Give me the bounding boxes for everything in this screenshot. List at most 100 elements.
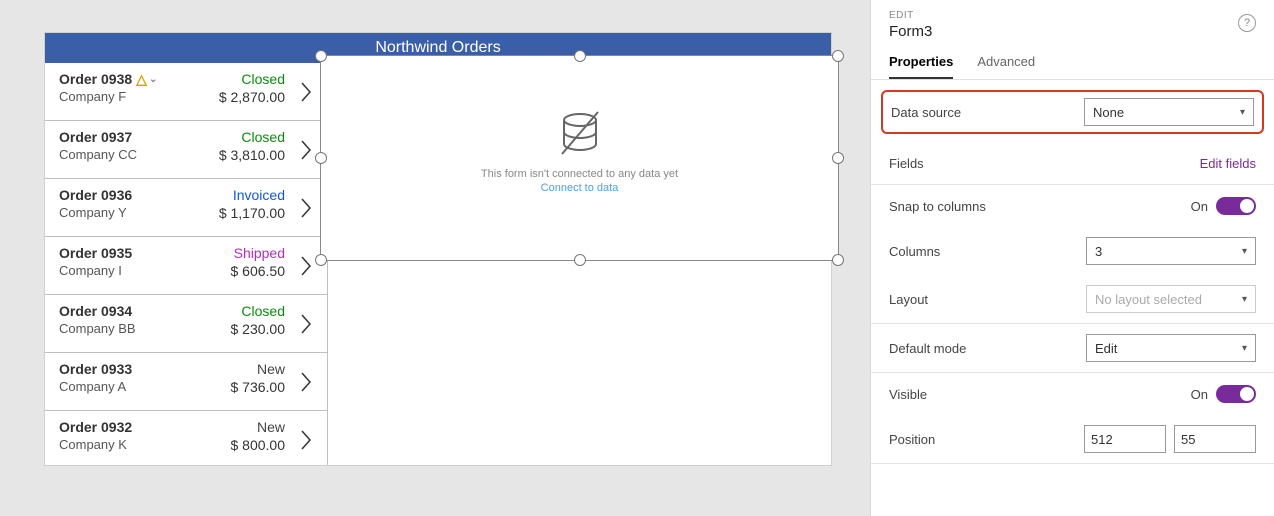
order-number: Order 0938△⌄ — [59, 71, 195, 87]
app-canvas: Northwind Orders Order 0938△⌄Company FCl… — [44, 32, 832, 466]
prop-default-mode: Default mode Edit ▾ — [871, 324, 1274, 372]
snap-value: On — [1191, 199, 1208, 214]
order-price: $ 1,170.00 — [195, 205, 285, 221]
default-mode-label: Default mode — [889, 341, 1086, 356]
help-icon[interactable]: ? — [1238, 14, 1256, 32]
chevron-down-icon: ▾ — [1242, 343, 1247, 354]
company-name: Company BB — [59, 321, 195, 336]
tab-advanced[interactable]: Advanced — [977, 54, 1035, 79]
connect-to-data-link[interactable]: Connect to data — [541, 182, 619, 194]
layout-dropdown[interactable]: No layout selected ▾ — [1086, 285, 1256, 313]
list-item[interactable]: Order 0934 Company BBClosed $ 230.00 — [45, 295, 327, 353]
list-item[interactable]: Order 0933 Company ANew $ 736.00 — [45, 353, 327, 411]
chevron-right-icon[interactable] — [291, 419, 321, 460]
chevron-right-icon[interactable] — [291, 187, 321, 228]
prop-visible: Visible On — [871, 373, 1274, 415]
layout-label: Layout — [889, 292, 1086, 307]
order-price: $ 2,870.00 — [195, 89, 285, 105]
data-source-dropdown[interactable]: None ▾ — [1084, 98, 1254, 126]
prop-layout: Layout No layout selected ▾ — [871, 275, 1274, 323]
order-status: Shipped — [195, 245, 285, 261]
chevron-down-icon: ▾ — [1242, 246, 1247, 257]
company-name: Company F — [59, 89, 195, 104]
visible-label: Visible — [889, 387, 1191, 402]
list-item[interactable]: Order 0938△⌄ Company FClosed $ 2,870.00 — [45, 63, 327, 121]
properties-panel: EDIT Form3 ? Properties Advanced Data so… — [870, 0, 1274, 516]
edit-fields-link[interactable]: Edit fields — [1200, 156, 1256, 171]
company-name: Company CC — [59, 147, 195, 162]
company-name: Company A — [59, 379, 195, 394]
order-number: Order 0936 — [59, 187, 195, 203]
list-item[interactable]: Order 0937 Company CCClosed $ 3,810.00 — [45, 121, 327, 179]
order-gallery[interactable]: Order 0938△⌄Company FClosed$ 2,870.00Ord… — [45, 63, 328, 465]
default-mode-dropdown[interactable]: Edit ▾ — [1086, 334, 1256, 362]
order-status: Closed — [195, 303, 285, 319]
order-number: Order 0933 — [59, 361, 195, 377]
list-item[interactable]: Order 0936 Company YInvoiced $ 1,170.00 — [45, 179, 327, 237]
order-price: $ 230.00 — [195, 321, 285, 337]
order-status: Invoiced — [195, 187, 285, 203]
prop-columns: Columns 3 ▾ — [871, 227, 1274, 275]
order-status: New — [195, 361, 285, 377]
chevron-down-icon: ▾ — [1242, 294, 1247, 305]
visible-toggle[interactable]: On — [1191, 385, 1256, 403]
resize-handle[interactable] — [315, 254, 327, 266]
warning-icon: △⌄ — [136, 72, 157, 86]
company-name: Company I — [59, 263, 195, 278]
order-number: Order 0935 — [59, 245, 195, 261]
form-selection[interactable]: This form isn't connected to any data ye… — [320, 55, 839, 261]
order-number: Order 0934 — [59, 303, 195, 319]
form-empty-text: This form isn't connected to any data ye… — [481, 168, 678, 180]
list-item[interactable]: Order 0932 Company KNew $ 800.00 — [45, 411, 327, 465]
resize-handle[interactable] — [315, 50, 327, 62]
company-name: Company K — [59, 437, 195, 452]
prop-data-source: Data source None ▾ — [881, 90, 1264, 134]
visible-value: On — [1191, 387, 1208, 402]
columns-value: 3 — [1095, 244, 1102, 259]
prop-fields: Fields Edit fields — [871, 142, 1274, 184]
form-area: This form isn't connected to any data ye… — [328, 63, 831, 465]
resize-handle[interactable] — [574, 50, 586, 62]
resize-handle[interactable] — [832, 50, 844, 62]
resize-handle[interactable] — [574, 254, 586, 266]
prop-position: Position 512 55 — [871, 415, 1274, 463]
order-status: Closed — [195, 129, 285, 145]
tab-properties[interactable]: Properties — [889, 54, 953, 79]
company-name: Company Y — [59, 205, 195, 220]
chevron-right-icon[interactable] — [291, 303, 321, 344]
position-x-input[interactable]: 512 — [1084, 425, 1166, 453]
layout-value: No layout selected — [1095, 292, 1202, 307]
edit-label: EDIT — [889, 10, 1256, 21]
list-item[interactable]: Order 0935 Company IShipped $ 606.50 — [45, 237, 327, 295]
order-price: $ 3,810.00 — [195, 147, 285, 163]
snap-toggle[interactable]: On — [1191, 197, 1256, 215]
chevron-right-icon[interactable] — [291, 245, 321, 286]
database-icon — [552, 106, 608, 162]
order-status: Closed — [195, 71, 285, 87]
order-price: $ 606.50 — [195, 263, 285, 279]
panel-tabs: Properties Advanced — [871, 40, 1274, 80]
prop-snap-to-columns: Snap to columns On — [871, 185, 1274, 227]
data-source-label: Data source — [891, 105, 1084, 120]
order-price: $ 800.00 — [195, 437, 285, 453]
columns-label: Columns — [889, 244, 1086, 259]
order-number: Order 0937 — [59, 129, 195, 145]
control-name: Form3 — [889, 23, 1256, 40]
fields-label: Fields — [889, 156, 1200, 171]
position-y-input[interactable]: 55 — [1174, 425, 1256, 453]
order-price: $ 736.00 — [195, 379, 285, 395]
data-source-value: None — [1093, 105, 1124, 120]
chevron-right-icon[interactable] — [291, 361, 321, 402]
chevron-down-icon: ▾ — [1240, 107, 1245, 118]
chevron-right-icon[interactable] — [291, 129, 321, 170]
columns-dropdown[interactable]: 3 ▾ — [1086, 237, 1256, 265]
snap-label: Snap to columns — [889, 199, 1191, 214]
default-mode-value: Edit — [1095, 341, 1117, 356]
resize-handle[interactable] — [832, 254, 844, 266]
panel-header: EDIT Form3 ? — [871, 0, 1274, 40]
order-status: New — [195, 419, 285, 435]
position-label: Position — [889, 432, 1084, 447]
chevron-right-icon[interactable] — [291, 71, 321, 112]
order-number: Order 0932 — [59, 419, 195, 435]
screen-body: Order 0938△⌄Company FClosed$ 2,870.00Ord… — [45, 63, 831, 465]
